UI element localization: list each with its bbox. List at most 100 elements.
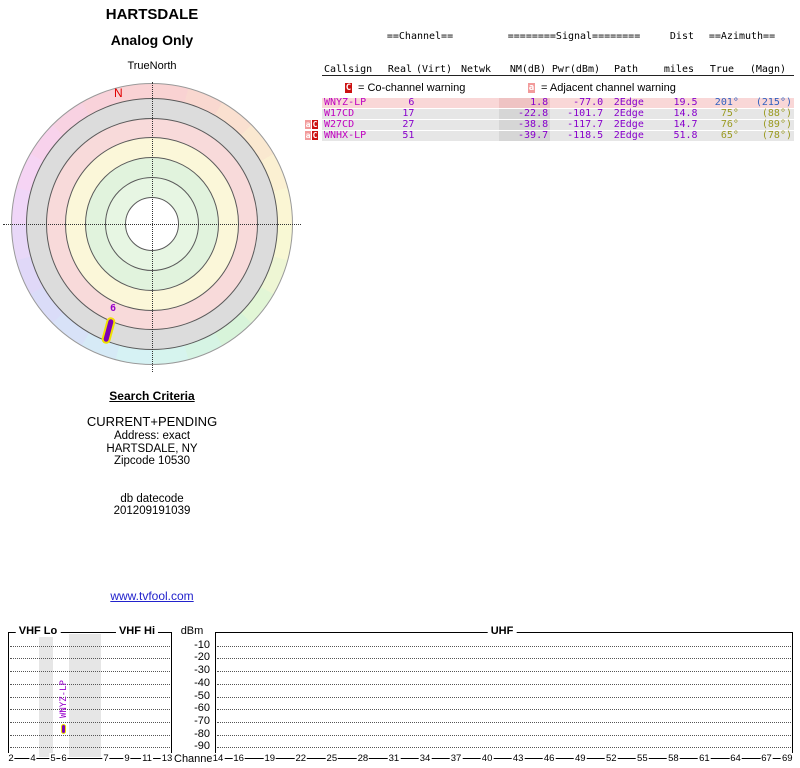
true-north-label: TrueNorth: [127, 60, 177, 72]
cell-virt-channel: [416, 109, 455, 119]
chart-station-marker-label: WNYZ-LP: [59, 679, 69, 718]
adjacent-channel-warning-icon: a: [528, 83, 535, 93]
cell-azimuth-true: 75°: [720, 108, 739, 119]
vhf-lo-label: VHF Lo: [15, 625, 61, 637]
tvfool-report: HARTSDALE Analog Only TrueNorth N 6 ==Ch…: [0, 0, 800, 768]
gridline--20: [217, 658, 791, 660]
cell-real-channel: 17: [402, 108, 415, 119]
cell-network: [456, 131, 499, 141]
uhf-channel-tick: 49: [573, 753, 587, 764]
gridline--90: [10, 747, 170, 749]
cell-nm-db: 1.8: [498, 98, 551, 108]
dbm-tick-label: -10: [194, 638, 210, 651]
cell-path: 2Edge: [613, 130, 644, 141]
uhf-channel-tick: 40: [480, 753, 494, 764]
vhf-gap-band-1: [69, 634, 101, 757]
gridline--20: [10, 658, 170, 660]
vhf-channel-tick: 5: [49, 753, 57, 764]
group-header-signal: ========Signal========: [507, 31, 641, 42]
uhf-label: UHF: [487, 625, 517, 637]
vhf-channel-tick: 9: [123, 753, 131, 764]
uhf-channel-tick: 46: [542, 753, 556, 764]
column-header-netwk: Netwk: [460, 64, 492, 75]
cell-virt-channel: [416, 98, 455, 108]
adjacent-channel-warning-icon: a: [305, 131, 311, 140]
dbm-tick-label: -40: [194, 676, 210, 689]
cell-virt-channel: [416, 120, 455, 130]
cell-pwr-dbm: -77.0: [573, 97, 604, 108]
cell-virt-channel: [416, 131, 455, 141]
cell-azimuth-magn: (89°): [761, 119, 792, 130]
gridline--30: [10, 671, 170, 673]
cell-callsign: WNHX-LP: [324, 130, 367, 141]
cell-callsign: W17CD: [324, 108, 355, 119]
column-header-miles: miles: [663, 64, 694, 75]
table-row: WNYZ-LP 6 1.8 -77.0 2Edge 19.5 201° (215°): [322, 98, 794, 108]
table-body: WNYZ-LP 6 1.8 -77.0 2Edge 19.5 201° (215°) W17CD…: [305, 98, 794, 141]
gridline--30: [217, 671, 791, 673]
cell-miles: 14.7: [673, 119, 698, 130]
crosshair-vertical: [152, 82, 153, 372]
vhf-channel-tick: 2: [7, 753, 15, 764]
group-header-azimuth: ==Azimuth==: [708, 31, 776, 42]
criteria-current-pending: CURRENT+PENDING: [86, 414, 218, 429]
dbm-tick-label: -60: [194, 702, 210, 715]
gridline--70: [10, 721, 170, 723]
db-datecode-label: db datecode: [120, 492, 184, 505]
vhf-channel-tick: 13: [160, 753, 174, 764]
cell-path: 2Edge: [613, 108, 644, 119]
column-header-virt: (Virt): [415, 64, 453, 75]
channel-axis-title: Channel: [174, 753, 215, 765]
column-header-nmdb: NM(dB): [509, 64, 546, 75]
vhf-hi-label: VHF Hi: [115, 625, 159, 637]
table-row: W17CD 17 -22.8 -101.7 2Edge 14.8 75° (88°): [322, 109, 794, 119]
uhf-channel-tick: 52: [605, 753, 618, 764]
uhf-channel-tick: 55: [636, 753, 649, 764]
dbm-tick-label: -20: [194, 651, 210, 664]
uhf-panel: [215, 632, 793, 759]
cell-azimuth-magn: (78°): [761, 130, 792, 141]
cell-miles: 51.8: [673, 130, 698, 141]
uhf-channel-tick: 37: [449, 753, 463, 764]
radar-marker-channel-label: 6: [110, 303, 117, 314]
group-spacer: [322, 31, 386, 42]
vhf-channel-tick: 4: [29, 753, 37, 764]
adjacent-channel-warning-icon: a: [305, 120, 311, 129]
uhf-channel-tick: 58: [667, 753, 680, 764]
table-row: W27CD 27 -38.8 -117.7 2Edge 14.7 76° (89°) a C: [305, 119, 794, 130]
adjacent-channel-legend-label: = Adjacent channel warning: [541, 82, 676, 94]
cell-azimuth-true: 76°: [720, 119, 739, 130]
co-channel-warning-icon: C: [345, 83, 352, 93]
co-channel-warning-icon: C: [312, 131, 318, 140]
cell-real-channel: 6: [408, 97, 415, 108]
uhf-channel-tick: 22: [294, 753, 308, 764]
gridline--90: [217, 747, 791, 749]
warning-badges: aC: [305, 120, 321, 129]
cell-pwr-dbm: -101.7: [567, 108, 604, 119]
criteria-zipcode: Zipcode 10530: [113, 455, 191, 467]
cell-network: [456, 98, 499, 108]
cell-callsign: W27CD: [324, 119, 355, 130]
uhf-channel-tick: 28: [356, 753, 370, 764]
uhf-channel-tick: 16: [232, 753, 245, 764]
cell-nm-db: -22.8: [498, 109, 551, 119]
dbm-tick-label: -30: [194, 664, 210, 677]
gridline--80: [10, 734, 170, 736]
uhf-channel-tick: 19: [263, 753, 277, 764]
uhf-channel-tick: 31: [387, 753, 401, 764]
table-column-header-row: Callsign Real (Virt) Netwk NM(dB) Pwr(dBm) Pat…: [322, 64, 794, 76]
dbm-axis-title: dBm: [180, 625, 204, 637]
dbm-tick-label: -80: [194, 727, 210, 740]
warning-badges: aC: [305, 131, 321, 140]
dbm-tick-label: -70: [194, 714, 210, 727]
cell-network: [456, 109, 499, 119]
gridline--10: [10, 645, 170, 647]
column-header-magn: (Magn): [749, 64, 786, 75]
legend-adjacent-channel: a = Adjacent channel warning: [528, 82, 676, 94]
uhf-channel-tick: 14: [211, 753, 225, 764]
tvfool-link[interactable]: www.tvfool.com: [110, 589, 193, 603]
cell-callsign: WNYZ-LP: [324, 97, 367, 108]
gridline--50: [217, 696, 791, 698]
chart-station-marker: [61, 724, 66, 735]
uhf-channel-tick: 69: [780, 753, 794, 764]
